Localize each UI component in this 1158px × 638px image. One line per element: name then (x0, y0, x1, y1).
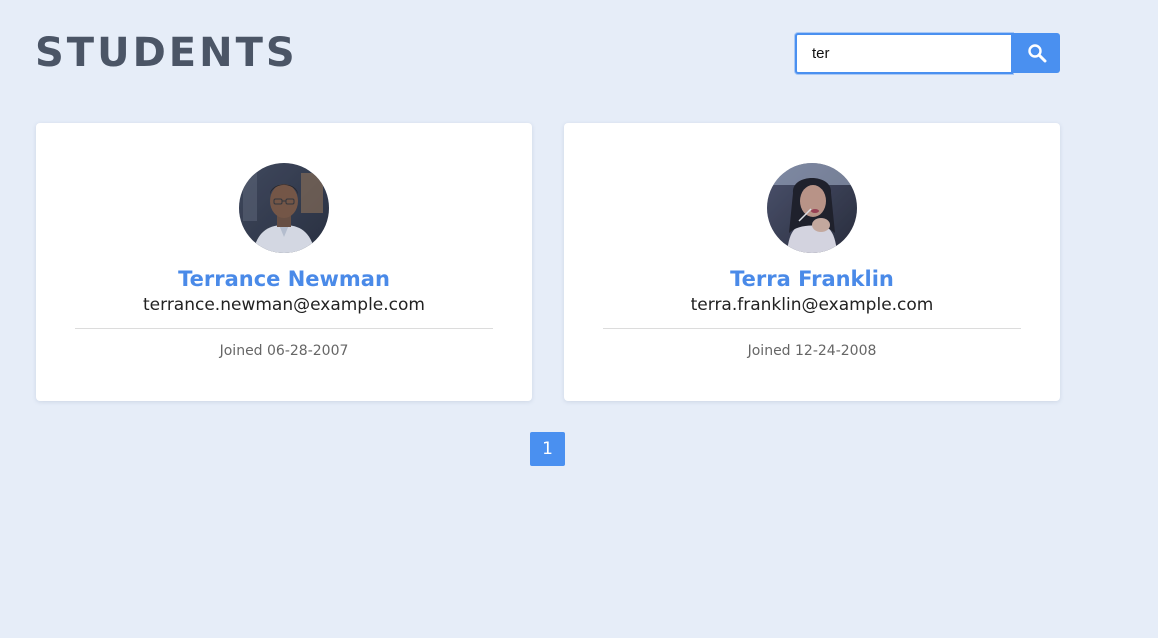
student-email: terra.franklin@example.com (690, 295, 934, 315)
divider (603, 328, 1021, 329)
student-card: Terra Franklin terra.franklin@example.co… (564, 123, 1060, 401)
page-button-1[interactable]: 1 (530, 432, 565, 466)
search-icon (1027, 44, 1046, 63)
search-button[interactable] (1013, 33, 1060, 73)
student-card: Terrance Newman terrance.newman@example.… (36, 123, 532, 401)
joined-date: Joined 12-24-2008 (747, 343, 877, 359)
student-email: terrance.newman@example.com (143, 295, 425, 315)
students-page: STUDENTS ter Terrance Newman terrance.ne… (0, 0, 1158, 638)
divider (75, 328, 493, 329)
student-name: Terra Franklin (730, 267, 894, 291)
student-cards: Terrance Newman terrance.newman@example.… (36, 123, 1060, 401)
search-input[interactable] (795, 33, 1013, 74)
joined-date: Joined 06-28-2007 (219, 343, 349, 359)
pagination: 1 (530, 432, 565, 466)
search-bar (795, 33, 1060, 74)
student-name: Terrance Newman (178, 267, 390, 291)
page-title: STUDENTS (35, 30, 298, 76)
avatar (767, 163, 857, 253)
avatar (239, 163, 329, 253)
